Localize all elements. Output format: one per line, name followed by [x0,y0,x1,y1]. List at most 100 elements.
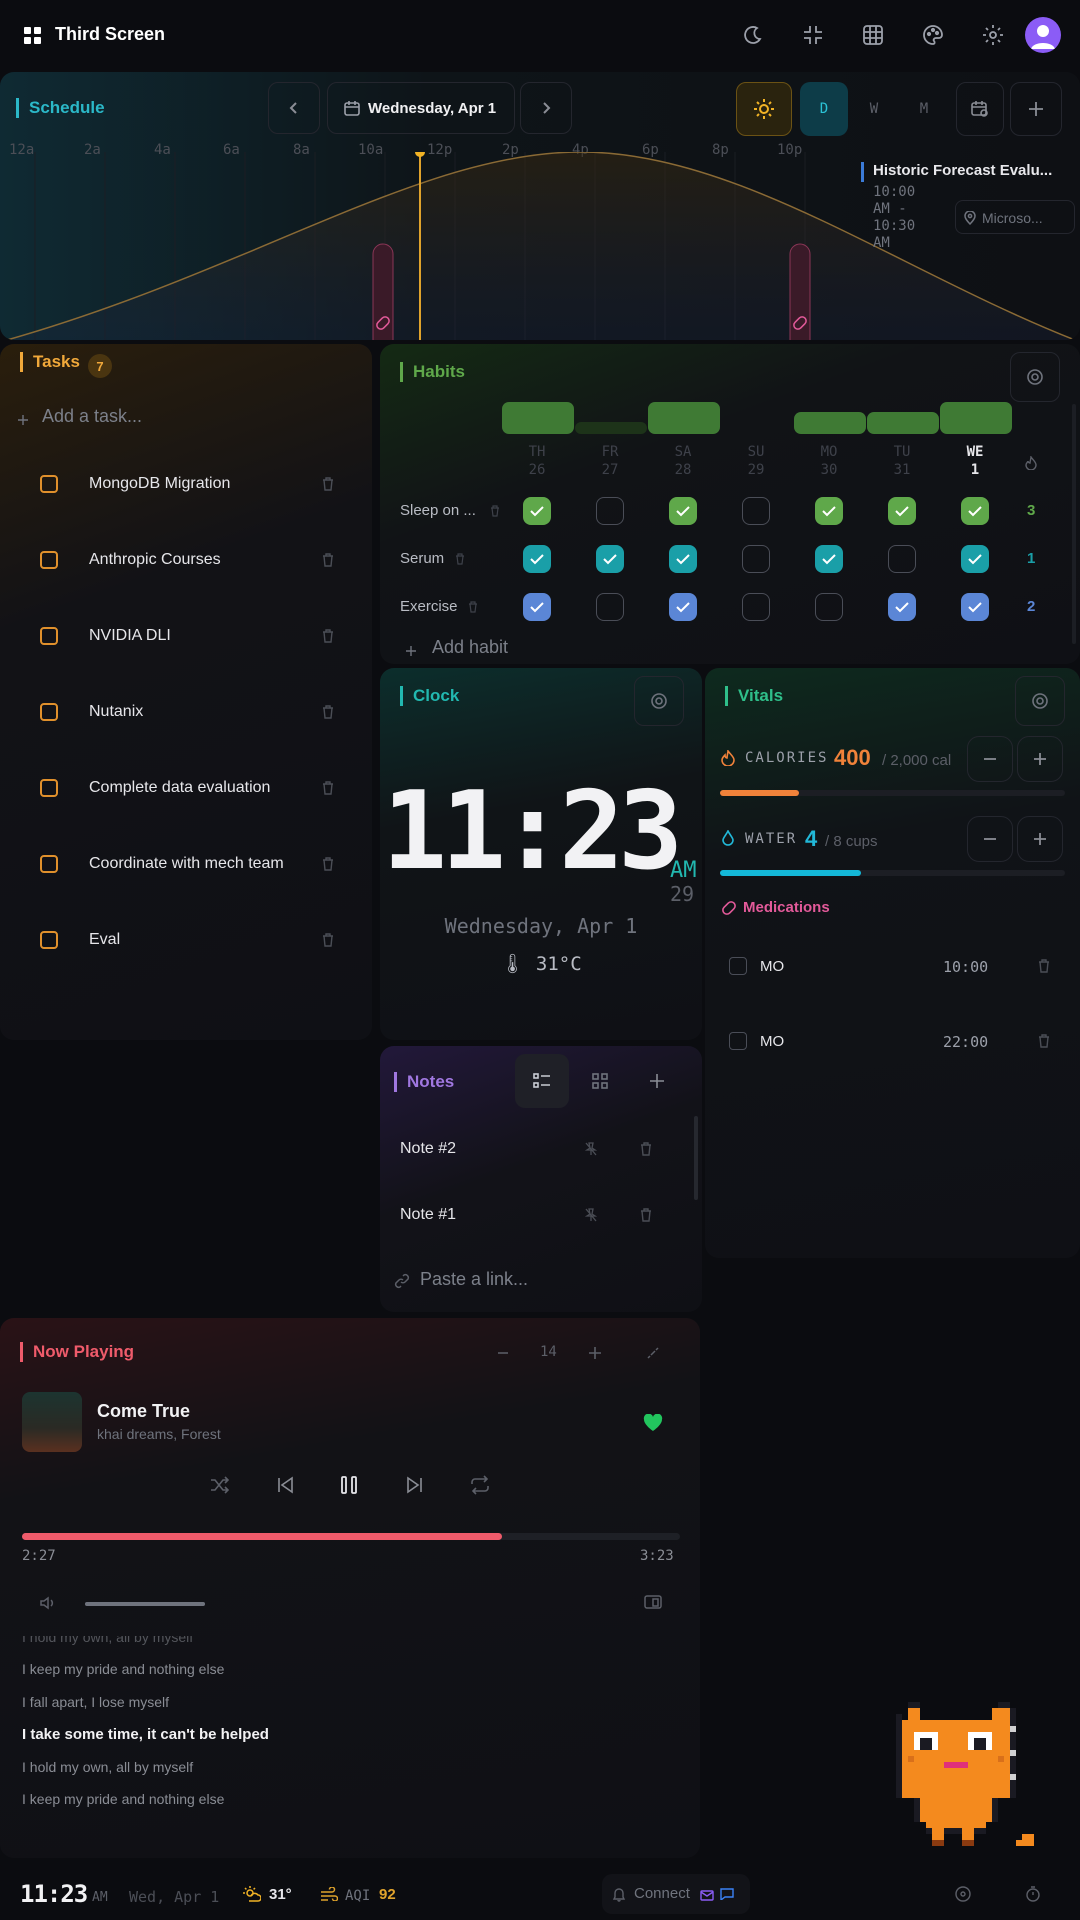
palette-icon[interactable] [922,24,944,46]
note-row[interactable]: Note #2 [380,1126,692,1172]
task-row[interactable]: MongoDB Migration [0,454,372,514]
note-row[interactable]: Note #1 [380,1192,692,1238]
habits-settings-button[interactable] [1010,352,1060,402]
notes-scrollbar[interactable] [694,1116,698,1200]
add-habit-button[interactable]: Add habit [406,637,606,661]
habits-scrollbar[interactable] [1072,404,1076,644]
task-checkbox[interactable] [40,551,58,569]
trash-icon[interactable] [322,553,334,572]
date-picker[interactable]: Wednesday, Apr 1 [327,82,515,134]
medication-checkbox[interactable] [729,1032,747,1050]
shuffle-button[interactable] [210,1475,234,1499]
habit-check-empty[interactable] [742,593,770,621]
trash-icon[interactable] [322,477,334,496]
settings-gear-icon[interactable] [982,24,1004,46]
task-row[interactable]: Eval [0,910,372,970]
task-checkbox[interactable] [40,779,58,797]
pixel-cat-mascot[interactable] [896,1696,1046,1858]
unpin-icon[interactable] [584,1142,598,1161]
view-day-button[interactable]: D [800,82,848,136]
habit-check-done[interactable] [596,545,624,573]
view-month-button[interactable]: M [900,82,948,136]
medication-row[interactable]: MO 10:00 [715,944,1070,988]
habit-check-done[interactable] [669,545,697,573]
trash-icon[interactable] [1038,959,1050,978]
task-checkbox[interactable] [40,627,58,645]
habit-check-done[interactable] [669,497,697,525]
unpin-icon[interactable] [584,1208,598,1227]
prev-day-button[interactable] [268,82,320,134]
habit-check-done[interactable] [961,545,989,573]
task-row[interactable]: Nutanix [0,682,372,742]
habit-check-done[interactable] [815,545,843,573]
habit-check-empty[interactable] [596,593,624,621]
habit-check-done[interactable] [961,497,989,525]
notes-grid-view-button[interactable] [573,1054,627,1108]
collapse-icon[interactable] [802,24,824,46]
external-link-button[interactable] [638,1338,668,1368]
habit-check-empty[interactable] [888,545,916,573]
paste-link-input[interactable]: Paste a link... [394,1266,684,1296]
task-row[interactable]: Complete data evaluation [0,758,372,818]
trash-icon[interactable] [322,933,334,952]
habit-check-done[interactable] [523,545,551,573]
previous-track-button[interactable] [275,1475,299,1499]
trash-icon[interactable] [1038,1034,1050,1053]
trash-icon[interactable] [455,552,465,570]
like-heart-icon[interactable] [643,1413,663,1437]
calories-increment-button[interactable] [1017,736,1063,782]
water-increment-button[interactable] [1017,816,1063,862]
calendar-sync-button[interactable] [956,82,1004,136]
cast-device-icon[interactable] [644,1595,662,1616]
grid-icon[interactable] [862,24,884,46]
target-icon[interactable] [955,1886,971,1907]
view-week-button[interactable]: W [850,82,898,136]
track-progress-bar[interactable] [22,1533,680,1540]
task-row[interactable]: Anthropic Courses [0,530,372,590]
habit-check-done[interactable] [523,497,551,525]
task-row[interactable]: NVIDIA DLI [0,606,372,666]
habit-check-empty[interactable] [596,497,624,525]
trash-icon[interactable] [322,857,334,876]
speaker-icon[interactable] [40,1596,56,1615]
habit-check-done[interactable] [815,497,843,525]
trash-icon[interactable] [322,781,334,800]
pause-button[interactable] [339,1475,363,1499]
next-track-button[interactable] [405,1475,429,1499]
sun-toggle-button[interactable] [736,82,792,136]
habit-check-empty[interactable] [815,593,843,621]
clock-settings-button[interactable] [634,676,684,726]
habit-check-empty[interactable] [742,497,770,525]
task-row[interactable]: Coordinate with mech team [0,834,372,894]
volume-slider[interactable] [85,1602,205,1606]
task-checkbox[interactable] [40,855,58,873]
trash-icon[interactable] [490,504,500,522]
avatar[interactable] [1025,17,1061,53]
medication-row[interactable]: MO 22:00 [715,1019,1070,1063]
add-note-button[interactable] [630,1054,684,1108]
add-event-button[interactable] [1010,82,1062,136]
habit-check-empty[interactable] [742,545,770,573]
trash-icon[interactable] [322,629,334,648]
trash-icon[interactable] [640,1142,652,1161]
trash-icon[interactable] [640,1208,652,1227]
add-task-input[interactable]: Add a task... [18,404,358,434]
vitals-settings-button[interactable] [1015,676,1065,726]
task-checkbox[interactable] [40,703,58,721]
medication-checkbox[interactable] [729,957,747,975]
water-decrement-button[interactable] [967,816,1013,862]
connect-button[interactable]: Connect [602,1874,750,1914]
calories-decrement-button[interactable] [967,736,1013,782]
trash-icon[interactable] [468,600,478,618]
next-day-button[interactable] [520,82,572,134]
habit-check-done[interactable] [669,593,697,621]
task-checkbox[interactable] [40,931,58,949]
habit-check-done[interactable] [888,593,916,621]
habit-check-done[interactable] [961,593,989,621]
habit-check-done[interactable] [888,497,916,525]
task-checkbox[interactable] [40,475,58,493]
volume-down-button[interactable] [488,1338,518,1368]
volume-up-button[interactable] [580,1338,610,1368]
moon-icon[interactable] [742,24,764,46]
timer-icon[interactable] [1025,1886,1041,1907]
